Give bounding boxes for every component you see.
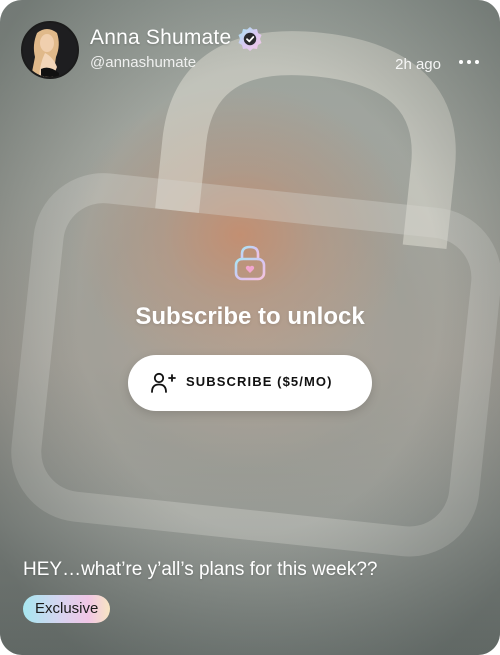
author-name[interactable]: Anna Shumate bbox=[90, 26, 231, 50]
user-plus-icon bbox=[151, 372, 176, 393]
exclusive-tag: Exclusive bbox=[23, 595, 111, 623]
post-caption: HEY…what’re y’all’s plans for this week?… bbox=[23, 559, 378, 580]
post-timestamp: 2h ago bbox=[395, 56, 441, 73]
avatar[interactable] bbox=[21, 21, 79, 79]
verified-badge-icon bbox=[238, 27, 262, 51]
unlock-title: Subscribe to unlock bbox=[135, 303, 365, 330]
avatar-photo bbox=[23, 23, 77, 77]
subscribe-button[interactable]: SUBSCRIBE ($5/MO) bbox=[128, 355, 372, 411]
subscribe-button-label: SUBSCRIBE ($5/MO) bbox=[186, 374, 333, 389]
locked-post-card: Anna Shumate @annashumate 2h ago Subscri… bbox=[0, 0, 500, 655]
more-horizontal-icon[interactable] bbox=[458, 54, 480, 70]
author-handle[interactable]: @annashumate bbox=[90, 54, 196, 71]
lock-heart-icon bbox=[234, 245, 266, 281]
post-header: Anna Shumate @annashumate 2h ago bbox=[21, 21, 480, 81]
